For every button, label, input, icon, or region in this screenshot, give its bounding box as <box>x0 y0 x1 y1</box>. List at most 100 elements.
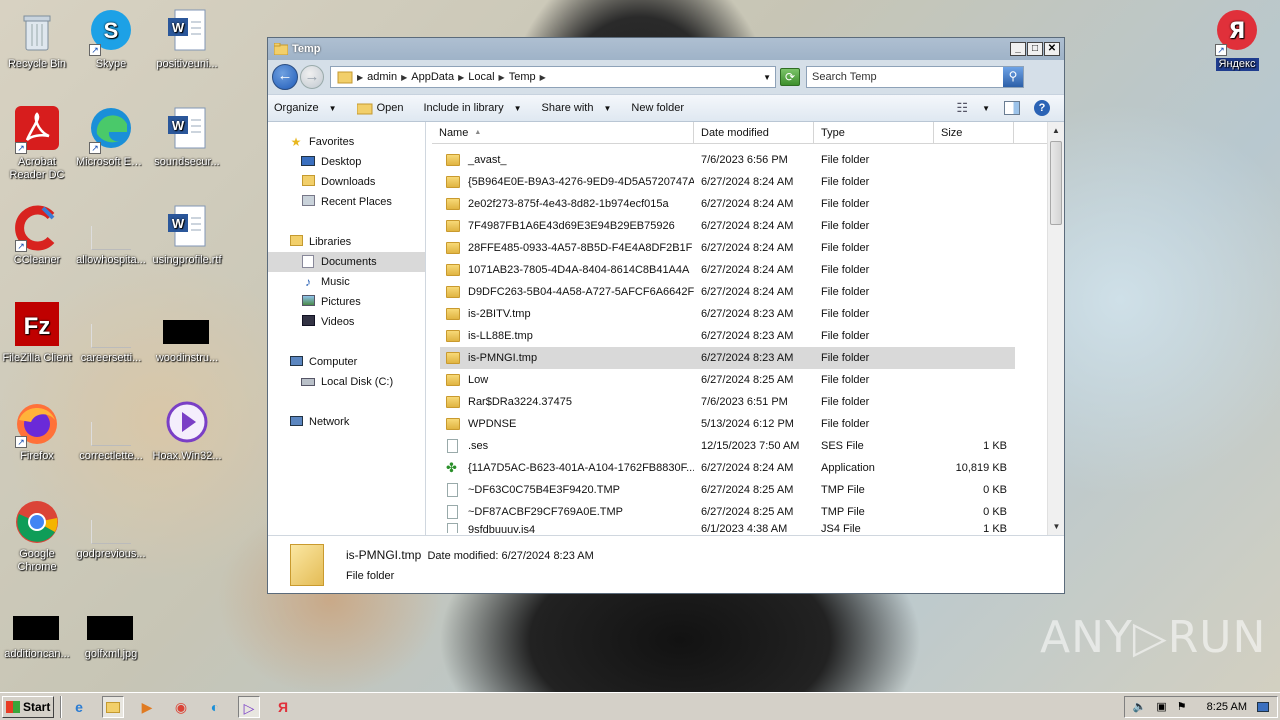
file-row[interactable]: _avast_ 7/6/2023 6:56 PM File folder <box>432 149 1064 171</box>
desktop-icon-hoax[interactable]: Hoax.Win32... <box>150 400 224 463</box>
desktop-icon-usingprofile[interactable]: W usingprofile.rtf <box>150 204 224 267</box>
new-folder-button[interactable]: New folder <box>631 102 684 114</box>
file-row[interactable]: ~DF87ACBF29CF769A0E.TMP 6/27/2024 8:25 AM… <box>432 501 1064 523</box>
desktop-icon-acrobat[interactable]: ↗ Acrobat Reader DC <box>0 106 74 182</box>
breadcrumb-appdata[interactable]: AppData <box>411 71 454 83</box>
file-name: is-LL88E.tmp <box>468 330 533 342</box>
close-button[interactable]: ✕ <box>1044 42 1060 56</box>
internet-explorer-icon[interactable]: e <box>68 696 90 718</box>
search-input[interactable]: Search Temp ⚲ <box>806 66 1024 88</box>
media-player-icon[interactable]: ▶ <box>136 696 158 718</box>
nav-videos[interactable]: Videos <box>268 312 425 332</box>
file-row[interactable]: ~DF63C0C75B4E3F9420.TMP 6/27/2024 8:25 AM… <box>432 479 1064 501</box>
show-desktop-icon[interactable] <box>1257 701 1269 712</box>
desktop-icon-skype[interactable]: S ↗ Skype <box>74 8 148 71</box>
hoax-player-icon[interactable]: ▷ <box>238 695 260 718</box>
column-name[interactable]: Name ▲ <box>432 122 694 143</box>
nav-pictures[interactable]: Pictures <box>268 292 425 312</box>
file-row[interactable]: 1071AB23-7805-4D4A-8404-8614C8B41A4A 6/27… <box>432 259 1064 281</box>
scroll-thumb[interactable] <box>1050 141 1062 225</box>
breadcrumb-local[interactable]: Local <box>468 71 494 83</box>
nav-network[interactable]: Network <box>268 412 425 432</box>
refresh-button[interactable]: ⟳ <box>780 68 800 86</box>
nav-desktop[interactable]: Desktop <box>268 152 425 172</box>
action-center-flag-icon[interactable]: ⚑ <box>1177 700 1187 713</box>
scroll-up-icon[interactable]: ▲ <box>1048 122 1064 139</box>
chevron-down-icon[interactable]: ▼ <box>982 104 990 113</box>
desktop-icon-firefox[interactable]: ↗ Firefox <box>0 400 74 463</box>
desktop-icon-chrome[interactable]: Google Chrome <box>0 498 74 574</box>
desktop-icon-positiveuni[interactable]: W positiveuni... <box>150 8 224 71</box>
file-row[interactable]: is-LL88E.tmp 6/27/2024 8:23 AM File folder <box>432 325 1064 347</box>
file-row[interactable]: 2e02f273-875f-4e43-8d82-1b974ecf015a 6/27… <box>432 193 1064 215</box>
desktop-icon-additioncan[interactable]: additioncan... <box>0 598 74 661</box>
desktop-icon-careersetti[interactable]: careersetti... <box>74 302 148 365</box>
title-bar[interactable]: Temp _ □ ✕ <box>268 38 1064 60</box>
desktop-icon-recycle-bin[interactable]: Recycle Bin <box>0 8 74 71</box>
file-row[interactable]: is-2BITV.tmp 6/27/2024 8:23 AM File folder <box>432 303 1064 325</box>
forward-button[interactable]: → <box>300 65 324 89</box>
help-icon[interactable]: ? <box>1034 100 1050 116</box>
nav-music[interactable]: ♪ Music <box>268 272 425 292</box>
file-row[interactable]: ✤ {11A7D5AC-B623-401A-A104-1762FB8830F...… <box>432 457 1064 479</box>
clock[interactable]: 8:25 AM <box>1207 701 1247 713</box>
share-with-button[interactable]: Share with ▼ <box>542 102 612 114</box>
edge-icon[interactable]: ◐ <box>204 696 226 718</box>
address-bar[interactable]: ▶ admin ▶ AppData ▶ Local ▶ Temp ▶ ▼ <box>330 66 776 88</box>
desktop-icon-soundsecur[interactable]: W soundsecur... <box>150 106 224 169</box>
desktop-icon-filezilla[interactable]: Fz FileZilla Client <box>0 302 74 365</box>
nav-local-disk[interactable]: Local Disk (C:) <box>268 372 425 392</box>
desktop-icon-edge[interactable]: ↗ Microsoft Edge <box>74 106 148 169</box>
minimize-button[interactable]: _ <box>1010 42 1026 56</box>
desktop-icon-correctlette[interactable]: correctlette... <box>74 400 148 463</box>
maximize-button[interactable]: □ <box>1027 42 1043 56</box>
back-button[interactable]: ← <box>272 64 298 90</box>
desktop-icon-godprevious[interactable]: godprevious... <box>74 498 148 561</box>
include-in-library-button[interactable]: Include in library ▼ <box>423 102 521 114</box>
open-button[interactable]: Open <box>356 102 403 115</box>
folder-icon <box>274 43 288 55</box>
column-date-modified[interactable]: Date modified <box>694 122 814 143</box>
nav-favorites[interactable]: ★ Favorites <box>268 132 425 152</box>
desktop-icon-yandex[interactable]: Я ↗ Яндекс <box>1200 8 1274 75</box>
volume-icon[interactable]: 🔈 <box>1133 700 1147 713</box>
breadcrumb-temp[interactable]: Temp <box>509 71 536 83</box>
breadcrumb-admin[interactable]: admin <box>367 71 397 83</box>
start-button[interactable]: Start <box>2 695 54 718</box>
desktop-icon-label: Яндекс <box>1215 58 1259 71</box>
nav-label: Network <box>309 416 350 428</box>
file-row[interactable]: .ses 12/15/2023 7:50 AM SES File 1 KB <box>432 435 1064 457</box>
desktop-icon-woodinstru[interactable]: woodinstru... <box>150 302 224 365</box>
file-row[interactable]: {5B964E0E-B9A3-4276-9ED9-4D5A5720747A} 6/… <box>432 171 1064 193</box>
nav-documents[interactable]: Documents <box>268 252 425 272</box>
file-row[interactable]: 7F4987FB1A6E43d69E3E94B29EB75926 6/27/202… <box>432 215 1064 237</box>
nav-downloads[interactable]: Downloads <box>268 172 425 192</box>
file-row[interactable]: 28FFE485-0933-4A57-8B5D-F4E4A8DF2B1F 6/27… <box>432 237 1064 259</box>
vertical-scrollbar[interactable]: ▲ ▼ <box>1047 122 1064 535</box>
column-size[interactable]: Size <box>934 122 1014 143</box>
file-row[interactable]: is-PMNGI.tmp 6/27/2024 8:23 AM File folder <box>440 347 1015 369</box>
nav-computer[interactable]: Computer <box>268 352 425 372</box>
explorer-taskbar-icon[interactable] <box>102 695 124 718</box>
address-history-dropdown[interactable]: ▼ <box>763 73 771 82</box>
file-row[interactable]: Rar$DRa3224.37475 7/6/2023 6:51 PM File fo… <box>432 391 1064 413</box>
organize-button[interactable]: Organize ▼ <box>274 102 337 114</box>
nav-recent-places[interactable]: Recent Places <box>268 192 425 212</box>
search-icon[interactable]: ⚲ <box>1003 67 1023 87</box>
yandex-icon[interactable]: Я <box>272 696 294 718</box>
column-type[interactable]: Type <box>814 122 934 143</box>
nav-libraries[interactable]: Libraries <box>268 232 425 252</box>
file-type: File folder <box>821 396 870 408</box>
file-row[interactable]: Low 6/27/2024 8:25 AM File folder <box>432 369 1064 391</box>
desktop-icon-ccleaner[interactable]: ↗ CCleaner <box>0 204 74 267</box>
file-row[interactable]: WPDNSE 5/13/2024 6:12 PM File folder <box>432 413 1064 435</box>
desktop-icon-golfxml[interactable]: golfxml.jpg <box>74 598 148 661</box>
file-row[interactable]: 9sfdbuuuy.js4 6/1/2023 4:38 AM JS4 File 1 K… <box>432 523 1064 533</box>
preview-pane-icon[interactable] <box>1004 101 1020 115</box>
network-tray-icon[interactable]: ▣ <box>1156 700 1166 713</box>
file-row[interactable]: D9DFC263-5B04-4A58-A727-5AFCF6A6642F 6/27… <box>432 281 1064 303</box>
view-options-icon[interactable]: ☷ <box>956 100 968 116</box>
scroll-down-icon[interactable]: ▼ <box>1048 518 1065 535</box>
chrome-icon[interactable]: ◉ <box>170 696 192 718</box>
desktop-icon-allowhospita[interactable]: allowhospita... <box>74 204 148 267</box>
